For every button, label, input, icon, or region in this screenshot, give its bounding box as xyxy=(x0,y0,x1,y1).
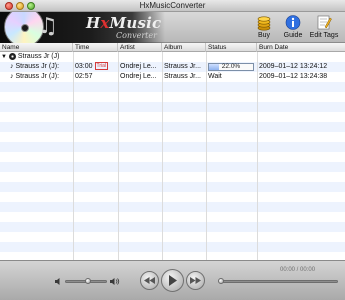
progress-text: 22.0% xyxy=(221,63,241,70)
table-body: ▼ Strauss Jr (J) ♪ Strauss Jr (J): 03:00… xyxy=(0,52,345,260)
volume-slider[interactable] xyxy=(65,278,107,284)
track-burn-date: 2009–01–12 13:24:12 xyxy=(259,63,328,70)
column-divider xyxy=(162,52,163,260)
track-burn-date: 2009–01–12 13:24:38 xyxy=(259,73,328,80)
track-name: Strauss Jr (J): xyxy=(15,63,60,70)
column-divider xyxy=(206,52,207,260)
music-note-icon: ♫ xyxy=(38,14,58,39)
rewind-icon xyxy=(144,277,155,284)
guide-label: Guide xyxy=(283,32,303,39)
edit-tags-label: Edit Tags xyxy=(309,32,339,39)
track-name: Strauss Jr (J): xyxy=(15,73,60,80)
cd-icon xyxy=(8,52,16,60)
edit-tags-icon xyxy=(317,15,332,30)
column-divider xyxy=(257,52,258,260)
coins-icon xyxy=(257,16,271,31)
conversion-progress-bar: 22.0% xyxy=(208,63,254,71)
volume-high-icon xyxy=(110,278,120,285)
column-divider xyxy=(73,52,74,260)
guide-button[interactable]: Guide xyxy=(276,14,310,42)
volume-slider-knob[interactable] xyxy=(85,278,91,284)
trial-badge: Trial xyxy=(94,62,109,71)
track-time: 02:57 xyxy=(75,73,93,80)
track-album: Strauss Jr... xyxy=(164,73,201,80)
toolbar: ♫ HxMusic Converter Buy Guide Edit Tags xyxy=(0,12,345,43)
music-note-icon: ♪ xyxy=(10,73,14,80)
table-row[interactable]: ♪ Strauss Jr (J): 02:57 Ondrej Le... Str… xyxy=(0,72,345,82)
column-header-artist[interactable]: Artist xyxy=(118,43,162,52)
track-time: 03:00 xyxy=(75,63,93,70)
column-header-status[interactable]: Status xyxy=(206,43,257,52)
position-slider-knob[interactable] xyxy=(218,278,224,284)
table-header: Name Time Artist Album Status Burn Date xyxy=(0,43,345,52)
track-artist: Ondrej Le... xyxy=(120,73,157,80)
rewind-button[interactable] xyxy=(140,271,159,290)
fast-forward-icon xyxy=(190,277,201,284)
brand-logo: HxMusic xyxy=(86,14,162,32)
edit-tags-button[interactable]: Edit Tags xyxy=(306,14,342,42)
table-row[interactable]: ♪ Strauss Jr (J): 03:00 Trial Ondrej Le..… xyxy=(0,62,345,72)
info-icon xyxy=(285,15,301,30)
group-name: Strauss Jr (J) xyxy=(17,53,60,60)
brand-subtitle: Converter xyxy=(116,31,157,40)
column-header-burn-date[interactable]: Burn Date xyxy=(257,43,345,52)
title-bar: HxMusicConverter xyxy=(0,0,345,12)
player-bar: 00:00 / 00:00 xyxy=(0,260,345,300)
track-status: Wait xyxy=(208,73,222,80)
track-album: Strauss Jr... xyxy=(164,63,201,70)
window-title: HxMusicConverter xyxy=(139,1,206,10)
play-button[interactable] xyxy=(161,269,184,292)
group-row[interactable]: ▼ Strauss Jr (J) xyxy=(0,52,345,62)
track-artist: Ondrej Le... xyxy=(120,63,157,70)
play-icon xyxy=(169,275,177,286)
column-header-time[interactable]: Time xyxy=(73,43,118,52)
disclosure-triangle-icon[interactable]: ▼ xyxy=(1,54,7,60)
column-divider xyxy=(118,52,119,260)
fast-forward-button[interactable] xyxy=(186,271,205,290)
column-header-album[interactable]: Album xyxy=(162,43,206,52)
volume-low-icon xyxy=(55,278,60,285)
time-readout: 00:00 / 00:00 xyxy=(280,267,316,273)
track-table: Name Time Artist Album Status Burn Date xyxy=(0,43,345,260)
app-banner: ♫ HxMusic Converter xyxy=(0,12,165,43)
position-slider[interactable] xyxy=(218,278,338,284)
music-note-icon: ♪ xyxy=(10,63,14,70)
column-header-name[interactable]: Name xyxy=(0,43,73,52)
